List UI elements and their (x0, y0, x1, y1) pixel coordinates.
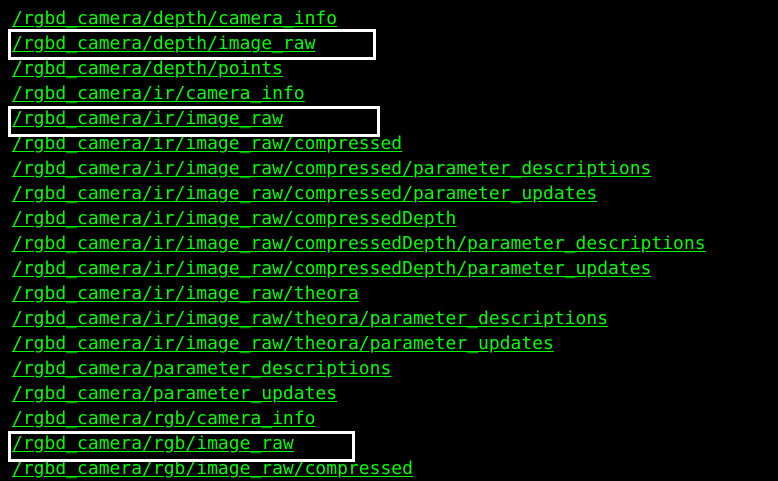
topic-line: /rgbd_camera/depth/camera_info (12, 8, 338, 29)
topic-line: /rgbd_camera/parameter_descriptions (12, 358, 392, 379)
topic-line: /rgbd_camera/ir/image_raw/theora/paramet… (12, 333, 554, 354)
topic-line: /rgbd_camera/rgb/camera_info (12, 408, 316, 429)
topic-line: /rgbd_camera/ir/image_raw/compressed/par… (12, 158, 652, 179)
topic-line: /rgbd_camera/rgb/image_raw/compressed (12, 458, 413, 479)
topic-list: /rgbd_camera/depth/camera_info /rgbd_cam… (12, 6, 706, 481)
topic-line: /rgbd_camera/ir/image_raw/theora/paramet… (12, 308, 609, 329)
topic-line: /rgbd_camera/ir/camera_info (12, 83, 305, 104)
topic-line: /rgbd_camera/ir/image_raw/compressed/par… (12, 183, 598, 204)
topic-line: /rgbd_camera/ir/image_raw/compressed (12, 133, 403, 154)
topic-line: /rgbd_camera/ir/image_raw/compressedDept… (12, 258, 652, 279)
topic-line: /rgbd_camera/ir/image_raw/compressedDept… (12, 233, 706, 254)
topic-line: /rgbd_camera/ir/image_raw/theora (12, 283, 359, 304)
topic-line: /rgbd_camera/ir/image_raw (12, 108, 283, 129)
terminal-window: /rgbd_camera/depth/camera_info /rgbd_cam… (0, 0, 778, 481)
topic-line: /rgbd_camera/depth/image_raw (12, 33, 316, 54)
topic-line: /rgbd_camera/depth/points (12, 58, 283, 79)
topic-line: /rgbd_camera/ir/image_raw/compressedDept… (12, 208, 457, 229)
topic-line: /rgbd_camera/parameter_updates (12, 383, 338, 404)
topic-line: /rgbd_camera/rgb/image_raw (12, 433, 294, 454)
